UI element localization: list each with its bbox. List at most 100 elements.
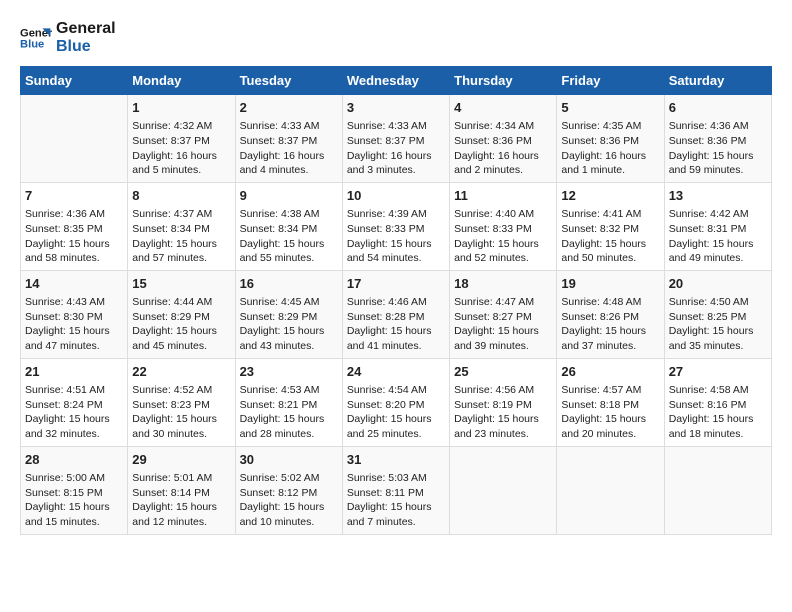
day-number: 10	[347, 187, 445, 205]
cell-content: Sunrise: 5:00 AM Sunset: 8:15 PM Dayligh…	[25, 471, 123, 530]
weekday-header-saturday: Saturday	[664, 67, 771, 95]
cell-content: Sunrise: 4:41 AM Sunset: 8:32 PM Dayligh…	[561, 207, 659, 266]
day-number: 21	[25, 363, 123, 381]
day-number: 14	[25, 275, 123, 293]
calendar-cell	[21, 95, 128, 183]
calendar-week-2: 7 Sunrise: 4:36 AM Sunset: 8:35 PM Daylig…	[21, 182, 772, 270]
cell-content: Sunrise: 4:42 AM Sunset: 8:31 PM Dayligh…	[669, 207, 767, 266]
calendar-week-4: 21 Sunrise: 4:51 AM Sunset: 8:24 PM Dayli…	[21, 358, 772, 446]
calendar-cell: 22 Sunrise: 4:52 AM Sunset: 8:23 PM Dayli…	[128, 358, 235, 446]
calendar-cell: 6 Sunrise: 4:36 AM Sunset: 8:36 PM Daylig…	[664, 95, 771, 183]
cell-content: Sunrise: 4:36 AM Sunset: 8:35 PM Dayligh…	[25, 207, 123, 266]
day-number: 17	[347, 275, 445, 293]
day-number: 7	[25, 187, 123, 205]
calendar-cell: 24 Sunrise: 4:54 AM Sunset: 8:20 PM Dayli…	[342, 358, 449, 446]
day-number: 8	[132, 187, 230, 205]
calendar-cell: 3 Sunrise: 4:33 AM Sunset: 8:37 PM Daylig…	[342, 95, 449, 183]
calendar-cell: 12 Sunrise: 4:41 AM Sunset: 8:32 PM Dayli…	[557, 182, 664, 270]
calendar-cell	[450, 446, 557, 534]
calendar-week-1: 1Sunrise: 4:32 AM Sunset: 8:37 PM Daylig…	[21, 95, 772, 183]
calendar-cell: 13 Sunrise: 4:42 AM Sunset: 8:31 PM Dayli…	[664, 182, 771, 270]
day-number: 27	[669, 363, 767, 381]
day-number: 28	[25, 451, 123, 469]
day-number: 3	[347, 99, 445, 117]
logo: General Blue General Blue	[20, 20, 116, 56]
calendar-week-3: 14 Sunrise: 4:43 AM Sunset: 8:30 PM Dayli…	[21, 270, 772, 358]
cell-content: Sunrise: 4:45 AM Sunset: 8:29 PM Dayligh…	[240, 295, 338, 354]
cell-content: Sunrise: 4:32 AM Sunset: 8:37 PM Dayligh…	[132, 119, 230, 178]
cell-content: Sunrise: 4:46 AM Sunset: 8:28 PM Dayligh…	[347, 295, 445, 354]
calendar-cell	[664, 446, 771, 534]
day-number: 25	[454, 363, 552, 381]
cell-content: Sunrise: 4:58 AM Sunset: 8:16 PM Dayligh…	[669, 383, 767, 442]
calendar-cell: 26 Sunrise: 4:57 AM Sunset: 8:18 PM Dayli…	[557, 358, 664, 446]
day-number: 20	[669, 275, 767, 293]
day-number: 15	[132, 275, 230, 293]
cell-content: Sunrise: 4:52 AM Sunset: 8:23 PM Dayligh…	[132, 383, 230, 442]
cell-content: Sunrise: 4:33 AM Sunset: 8:37 PM Dayligh…	[240, 119, 338, 178]
cell-content: Sunrise: 4:47 AM Sunset: 8:27 PM Dayligh…	[454, 295, 552, 354]
weekday-header-thursday: Thursday	[450, 67, 557, 95]
weekday-header-friday: Friday	[557, 67, 664, 95]
page-header: General Blue General Blue	[20, 20, 772, 56]
day-number: 26	[561, 363, 659, 381]
day-number: 4	[454, 99, 552, 117]
cell-content: Sunrise: 4:40 AM Sunset: 8:33 PM Dayligh…	[454, 207, 552, 266]
cell-content: Sunrise: 4:43 AM Sunset: 8:30 PM Dayligh…	[25, 295, 123, 354]
day-number: 5	[561, 99, 659, 117]
calendar-cell: 20 Sunrise: 4:50 AM Sunset: 8:25 PM Dayli…	[664, 270, 771, 358]
calendar-cell: 28 Sunrise: 5:00 AM Sunset: 8:15 PM Dayli…	[21, 446, 128, 534]
weekday-header-monday: Monday	[128, 67, 235, 95]
calendar-cell: 14 Sunrise: 4:43 AM Sunset: 8:30 PM Dayli…	[21, 270, 128, 358]
cell-content: Sunrise: 4:50 AM Sunset: 8:25 PM Dayligh…	[669, 295, 767, 354]
cell-content: Sunrise: 4:34 AM Sunset: 8:36 PM Dayligh…	[454, 119, 552, 178]
logo-line1: General	[56, 20, 116, 38]
calendar-cell: 16 Sunrise: 4:45 AM Sunset: 8:29 PM Dayli…	[235, 270, 342, 358]
day-number: 13	[669, 187, 767, 205]
cell-content: Sunrise: 4:56 AM Sunset: 8:19 PM Dayligh…	[454, 383, 552, 442]
cell-content: Sunrise: 5:01 AM Sunset: 8:14 PM Dayligh…	[132, 471, 230, 530]
day-number: 24	[347, 363, 445, 381]
cell-content: Sunrise: 4:54 AM Sunset: 8:20 PM Dayligh…	[347, 383, 445, 442]
day-number: 11	[454, 187, 552, 205]
weekday-header-tuesday: Tuesday	[235, 67, 342, 95]
cell-content: Sunrise: 4:39 AM Sunset: 8:33 PM Dayligh…	[347, 207, 445, 266]
weekday-header-sunday: Sunday	[21, 67, 128, 95]
weekday-header-wednesday: Wednesday	[342, 67, 449, 95]
calendar-cell: 8 Sunrise: 4:37 AM Sunset: 8:34 PM Daylig…	[128, 182, 235, 270]
calendar-cell: 19 Sunrise: 4:48 AM Sunset: 8:26 PM Dayli…	[557, 270, 664, 358]
calendar-cell: 29 Sunrise: 5:01 AM Sunset: 8:14 PM Dayli…	[128, 446, 235, 534]
day-number: 6	[669, 99, 767, 117]
calendar-cell: 21 Sunrise: 4:51 AM Sunset: 8:24 PM Dayli…	[21, 358, 128, 446]
day-number: 9	[240, 187, 338, 205]
calendar-cell: 31Sunrise: 5:03 AM Sunset: 8:11 PM Dayli…	[342, 446, 449, 534]
cell-content: Sunrise: 4:57 AM Sunset: 8:18 PM Dayligh…	[561, 383, 659, 442]
cell-content: Sunrise: 5:02 AM Sunset: 8:12 PM Dayligh…	[240, 471, 338, 530]
day-number: 12	[561, 187, 659, 205]
day-number: 19	[561, 275, 659, 293]
logo-icon: General Blue	[20, 22, 52, 54]
day-number: 29	[132, 451, 230, 469]
cell-content: Sunrise: 4:38 AM Sunset: 8:34 PM Dayligh…	[240, 207, 338, 266]
day-number: 22	[132, 363, 230, 381]
cell-content: Sunrise: 4:36 AM Sunset: 8:36 PM Dayligh…	[669, 119, 767, 178]
cell-content: Sunrise: 4:48 AM Sunset: 8:26 PM Dayligh…	[561, 295, 659, 354]
svg-text:Blue: Blue	[20, 39, 44, 51]
day-number: 16	[240, 275, 338, 293]
cell-content: Sunrise: 5:03 AM Sunset: 8:11 PM Dayligh…	[347, 471, 445, 530]
logo-line2: Blue	[56, 38, 116, 56]
calendar-cell: 5Sunrise: 4:35 AM Sunset: 8:36 PM Daylig…	[557, 95, 664, 183]
calendar-cell: 25 Sunrise: 4:56 AM Sunset: 8:19 PM Dayli…	[450, 358, 557, 446]
cell-content: Sunrise: 4:51 AM Sunset: 8:24 PM Dayligh…	[25, 383, 123, 442]
cell-content: Sunrise: 4:37 AM Sunset: 8:34 PM Dayligh…	[132, 207, 230, 266]
cell-content: Sunrise: 4:33 AM Sunset: 8:37 PM Dayligh…	[347, 119, 445, 178]
calendar-cell: 9 Sunrise: 4:38 AM Sunset: 8:34 PM Daylig…	[235, 182, 342, 270]
calendar-cell: 23Sunrise: 4:53 AM Sunset: 8:21 PM Dayli…	[235, 358, 342, 446]
day-number: 2	[240, 99, 338, 117]
calendar-cell: 2 Sunrise: 4:33 AM Sunset: 8:37 PM Daylig…	[235, 95, 342, 183]
day-number: 18	[454, 275, 552, 293]
calendar-cell: 1Sunrise: 4:32 AM Sunset: 8:37 PM Daylig…	[128, 95, 235, 183]
cell-content: Sunrise: 4:53 AM Sunset: 8:21 PM Dayligh…	[240, 383, 338, 442]
calendar-body: 1Sunrise: 4:32 AM Sunset: 8:37 PM Daylig…	[21, 95, 772, 535]
calendar-cell: 27 Sunrise: 4:58 AM Sunset: 8:16 PM Dayli…	[664, 358, 771, 446]
